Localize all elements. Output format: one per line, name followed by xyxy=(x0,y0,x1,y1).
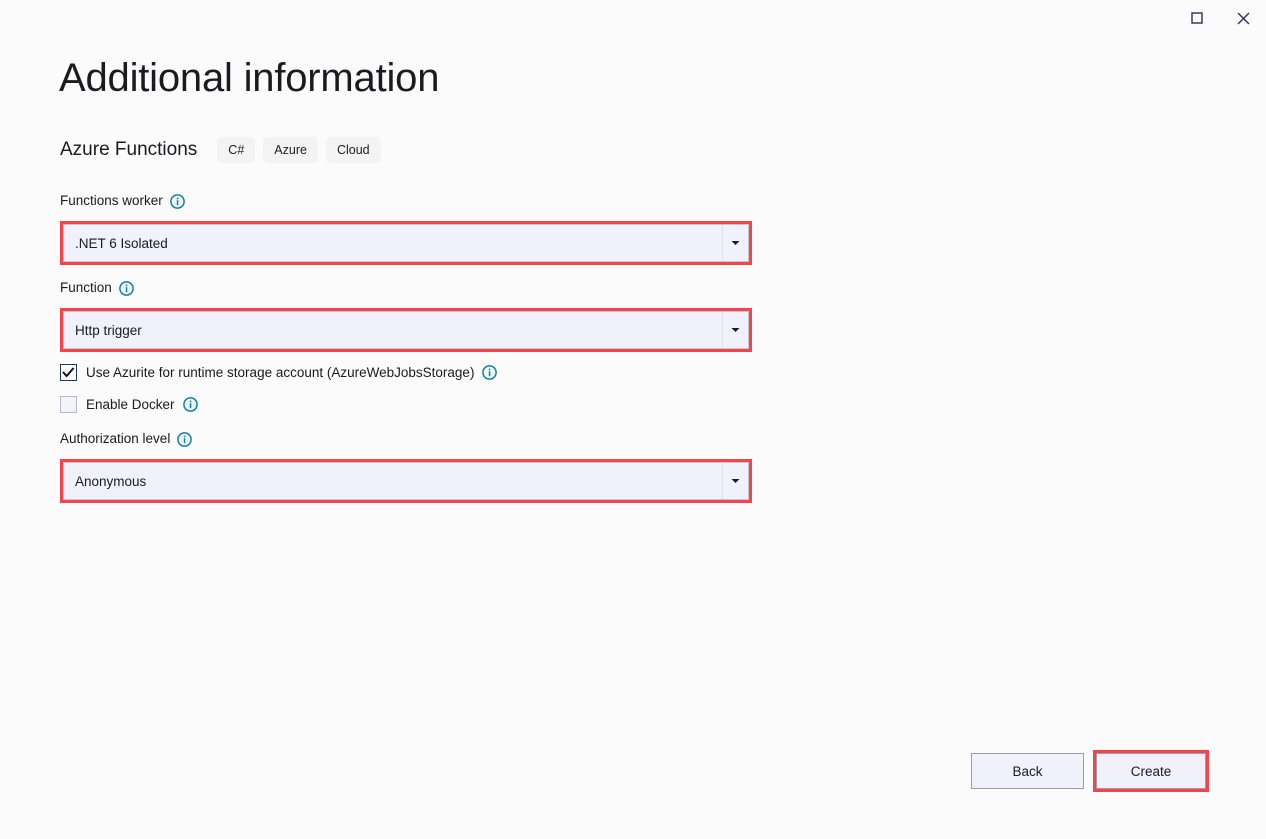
authorization-level-combo[interactable]: Anonymous xyxy=(63,462,749,500)
function-value: Http trigger xyxy=(64,323,722,338)
dialog-footer: Back Create xyxy=(0,739,1266,799)
close-button[interactable] xyxy=(1220,1,1266,35)
info-icon[interactable] xyxy=(177,432,192,447)
functions-worker-value: .NET 6 Isolated xyxy=(64,236,722,251)
maximize-icon xyxy=(1191,12,1203,24)
use-azurite-checkbox-row[interactable]: Use Azurite for runtime storage account … xyxy=(60,364,497,381)
authorization-level-value: Anonymous xyxy=(64,474,722,489)
enable-docker-label-text: Enable Docker xyxy=(86,397,175,412)
functions-worker-label: Functions worker xyxy=(60,192,185,210)
function-label-text: Function xyxy=(60,279,112,297)
dialog-page: Additional information Azure Functions C… xyxy=(0,0,1266,839)
tag-language: C# xyxy=(217,137,255,163)
function-combo[interactable]: Http trigger xyxy=(63,311,749,349)
window-controls xyxy=(1174,0,1266,36)
info-icon[interactable] xyxy=(170,194,185,209)
info-icon[interactable] xyxy=(119,281,134,296)
create-button-highlight: Create xyxy=(1093,750,1209,792)
tag-category: Cloud xyxy=(326,137,381,163)
use-azurite-checkbox[interactable] xyxy=(60,364,77,381)
chevron-down-icon[interactable] xyxy=(722,225,748,261)
chevron-down-icon[interactable] xyxy=(722,312,748,348)
functions-worker-dropdown[interactable]: .NET 6 Isolated xyxy=(60,221,752,265)
functions-worker-label-text: Functions worker xyxy=(60,192,163,210)
chevron-down-icon[interactable] xyxy=(722,463,748,499)
function-label: Function xyxy=(60,279,134,297)
close-icon xyxy=(1237,12,1250,25)
info-icon[interactable] xyxy=(183,397,198,412)
authorization-level-dropdown[interactable]: Anonymous xyxy=(60,459,752,503)
use-azurite-label-text: Use Azurite for runtime storage account … xyxy=(86,365,474,380)
maximize-button[interactable] xyxy=(1174,1,1220,35)
back-button[interactable]: Back xyxy=(971,753,1084,789)
enable-docker-checkbox-row[interactable]: Enable Docker xyxy=(60,396,198,413)
enable-docker-label: Enable Docker xyxy=(86,397,198,412)
authorization-level-label-text: Authorization level xyxy=(60,430,170,448)
function-dropdown[interactable]: Http trigger xyxy=(60,308,752,352)
use-azurite-label: Use Azurite for runtime storage account … xyxy=(86,365,497,380)
enable-docker-checkbox[interactable] xyxy=(60,396,77,413)
template-summary: Azure Functions C# Azure Cloud xyxy=(60,136,389,164)
authorization-level-label: Authorization level xyxy=(60,430,192,448)
page-title: Additional information xyxy=(59,50,439,106)
info-icon[interactable] xyxy=(482,365,497,380)
functions-worker-combo[interactable]: .NET 6 Isolated xyxy=(63,224,749,262)
create-button[interactable]: Create xyxy=(1096,753,1206,789)
tag-platform: Azure xyxy=(263,137,318,163)
template-name: Azure Functions xyxy=(60,136,197,164)
